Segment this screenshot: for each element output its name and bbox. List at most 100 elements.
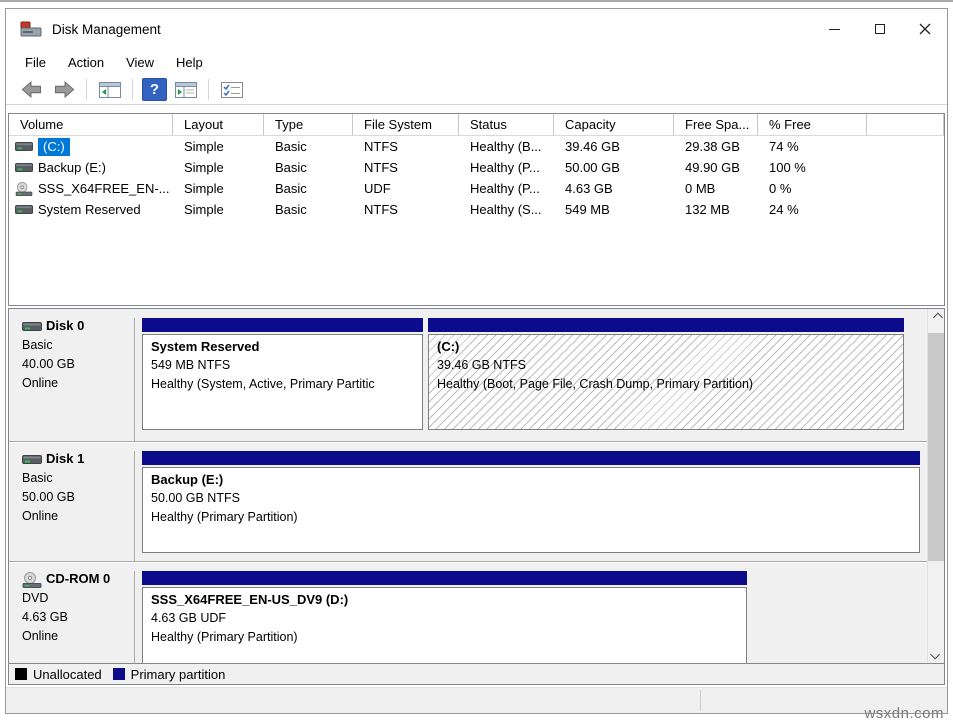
partition-backup-e[interactable]: Backup (E:) 50.00 GB NTFS Healthy (Prima…: [142, 451, 920, 553]
partition-sss-x64free-d[interactable]: SSS_X64FREE_EN-US_DV9 (D:) 4.63 GB UDF H…: [142, 571, 747, 663]
cell-capacity: 39.46 GB: [554, 139, 674, 154]
menu-action[interactable]: Action: [57, 51, 115, 74]
volume-row-sss-x64free[interactable]: SSS_X64FREE_EN-... Simple Basic UDF Heal…: [9, 178, 944, 199]
background-window-edge: [0, 0, 953, 2]
minimize-icon: [829, 29, 840, 30]
disk-name: Disk 1: [46, 451, 84, 466]
disk1-label[interactable]: Disk 1 Basic 50.00 GB Online: [9, 451, 135, 561]
disk-name: CD-ROM 0: [46, 571, 110, 586]
hard-disk-icon: [22, 319, 42, 333]
help-button[interactable]: ?: [142, 78, 167, 101]
volume-row-c[interactable]: (C:) Simple Basic NTFS Healthy (B... 39.…: [9, 136, 944, 157]
cell-status: Healthy (B...: [459, 139, 554, 154]
cell-file-system: NTFS: [353, 202, 459, 217]
cell-free-space: 0 MB: [674, 181, 758, 196]
column-header-layout[interactable]: Layout: [173, 114, 264, 135]
volume-table: Volume Layout Type File System Status Ca…: [8, 113, 945, 306]
window-controls: [812, 9, 947, 49]
forward-button[interactable]: [50, 78, 77, 102]
cell-free-space: 49.90 GB: [674, 160, 758, 175]
partition-c-selected[interactable]: (C:) 39.46 GB NTFS Healthy (Boot, Page F…: [428, 318, 904, 430]
cell-capacity: 4.63 GB: [554, 181, 674, 196]
cell-free-space: 29.38 GB: [674, 139, 758, 154]
action-pane-icon: [174, 80, 198, 100]
menu-view[interactable]: View: [115, 51, 165, 74]
column-header-type[interactable]: Type: [264, 114, 353, 135]
cdrom0-graph: SSS_X64FREE_EN-US_DV9 (D:) 4.63 GB UDF H…: [135, 571, 927, 663]
chevron-down-icon: [930, 650, 940, 660]
cell-status: Healthy (P...: [459, 160, 554, 175]
column-header-status[interactable]: Status: [459, 114, 554, 135]
toolbar: ?: [6, 75, 947, 105]
menubar: File Action View Help: [6, 49, 947, 75]
volume-name: Backup (E:): [38, 160, 106, 175]
toolbar-separator: [132, 79, 133, 100]
cell-layout: Simple: [173, 181, 264, 196]
close-button[interactable]: [902, 9, 947, 49]
column-header-capacity[interactable]: Capacity: [554, 114, 674, 135]
column-header-percent-free[interactable]: % Free: [758, 114, 867, 135]
cell-percent-free: 0 %: [758, 181, 867, 196]
disk-pane-scrollbar[interactable]: [927, 309, 944, 663]
console-tree-button[interactable]: [96, 78, 123, 102]
column-header-volume[interactable]: Volume: [9, 114, 173, 135]
toolbar-separator: [86, 79, 87, 100]
partition-name: (C:): [437, 337, 895, 356]
forward-arrow-icon: [53, 81, 75, 98]
partition-name: Backup (E:): [151, 470, 911, 489]
disk-row-cdrom0: CD-ROM 0 DVD 4.63 GB Online SSS_X64FREE_…: [9, 561, 927, 663]
disk-size: 4.63 GB: [22, 608, 134, 627]
unallocated-swatch: [15, 668, 27, 680]
partition-color-bar: [142, 451, 920, 465]
close-icon: [919, 23, 931, 35]
cell-type: Basic: [264, 139, 353, 154]
cell-layout: Simple: [173, 202, 264, 217]
volume-name: SSS_X64FREE_EN-...: [38, 181, 170, 196]
disk-state: Online: [22, 507, 134, 526]
disk1-graph: Backup (E:) 50.00 GB NTFS Healthy (Prima…: [135, 451, 927, 561]
column-header-file-system[interactable]: File System: [353, 114, 459, 135]
menu-file[interactable]: File: [14, 51, 57, 74]
legend-label: Unallocated: [33, 667, 102, 682]
help-icon: ?: [150, 81, 159, 98]
column-header-free-space[interactable]: Free Spa...: [674, 114, 758, 135]
legend-item-primary-partition: Primary partition: [113, 667, 226, 682]
disk0-graph: System Reserved 549 MB NTFS Healthy (Sys…: [135, 318, 927, 441]
volume-name: System Reserved: [38, 202, 141, 217]
partition-detail: 39.46 GB NTFS: [437, 356, 895, 375]
cell-type: Basic: [264, 160, 353, 175]
cell-capacity: 50.00 GB: [554, 160, 674, 175]
scroll-up-button[interactable]: [928, 309, 944, 326]
toolbar-separator: [208, 79, 209, 100]
cell-status: Healthy (S...: [459, 202, 554, 217]
partition-health: Healthy (Primary Partition): [151, 628, 738, 647]
partition-color-bar: [142, 318, 423, 332]
console-tree-icon: [98, 80, 122, 100]
properties-button[interactable]: [218, 78, 245, 102]
status-bar-divider: [700, 690, 701, 711]
cdrom0-label[interactable]: CD-ROM 0 DVD 4.63 GB Online: [9, 571, 135, 663]
cell-type: Basic: [264, 181, 353, 196]
disk0-label[interactable]: Disk 0 Basic 40.00 GB Online: [9, 318, 135, 441]
volume-row-backup-e[interactable]: Backup (E:) Simple Basic NTFS Healthy (P…: [9, 157, 944, 178]
disk-management-app-icon: [20, 20, 42, 38]
cell-percent-free: 100 %: [758, 160, 867, 175]
cell-layout: Simple: [173, 160, 264, 175]
partition-name: System Reserved: [151, 337, 414, 356]
minimize-button[interactable]: [812, 9, 857, 49]
volume-name-selected: (C:): [38, 138, 70, 156]
hard-disk-icon: [15, 161, 33, 174]
column-header-blank: [867, 114, 944, 135]
scroll-down-button[interactable]: [928, 646, 944, 663]
main-content: Volume Layout Type File System Status Ca…: [6, 105, 947, 685]
maximize-button[interactable]: [857, 9, 902, 49]
cell-file-system: UDF: [353, 181, 459, 196]
action-pane-button[interactable]: [172, 78, 199, 102]
disk-size: 50.00 GB: [22, 488, 134, 507]
cell-capacity: 549 MB: [554, 202, 674, 217]
partition-system-reserved[interactable]: System Reserved 549 MB NTFS Healthy (Sys…: [142, 318, 423, 430]
scrollbar-thumb[interactable]: [928, 333, 944, 561]
volume-row-system-reserved[interactable]: System Reserved Simple Basic NTFS Health…: [9, 199, 944, 220]
back-button[interactable]: [18, 78, 45, 102]
menu-help[interactable]: Help: [165, 51, 214, 74]
